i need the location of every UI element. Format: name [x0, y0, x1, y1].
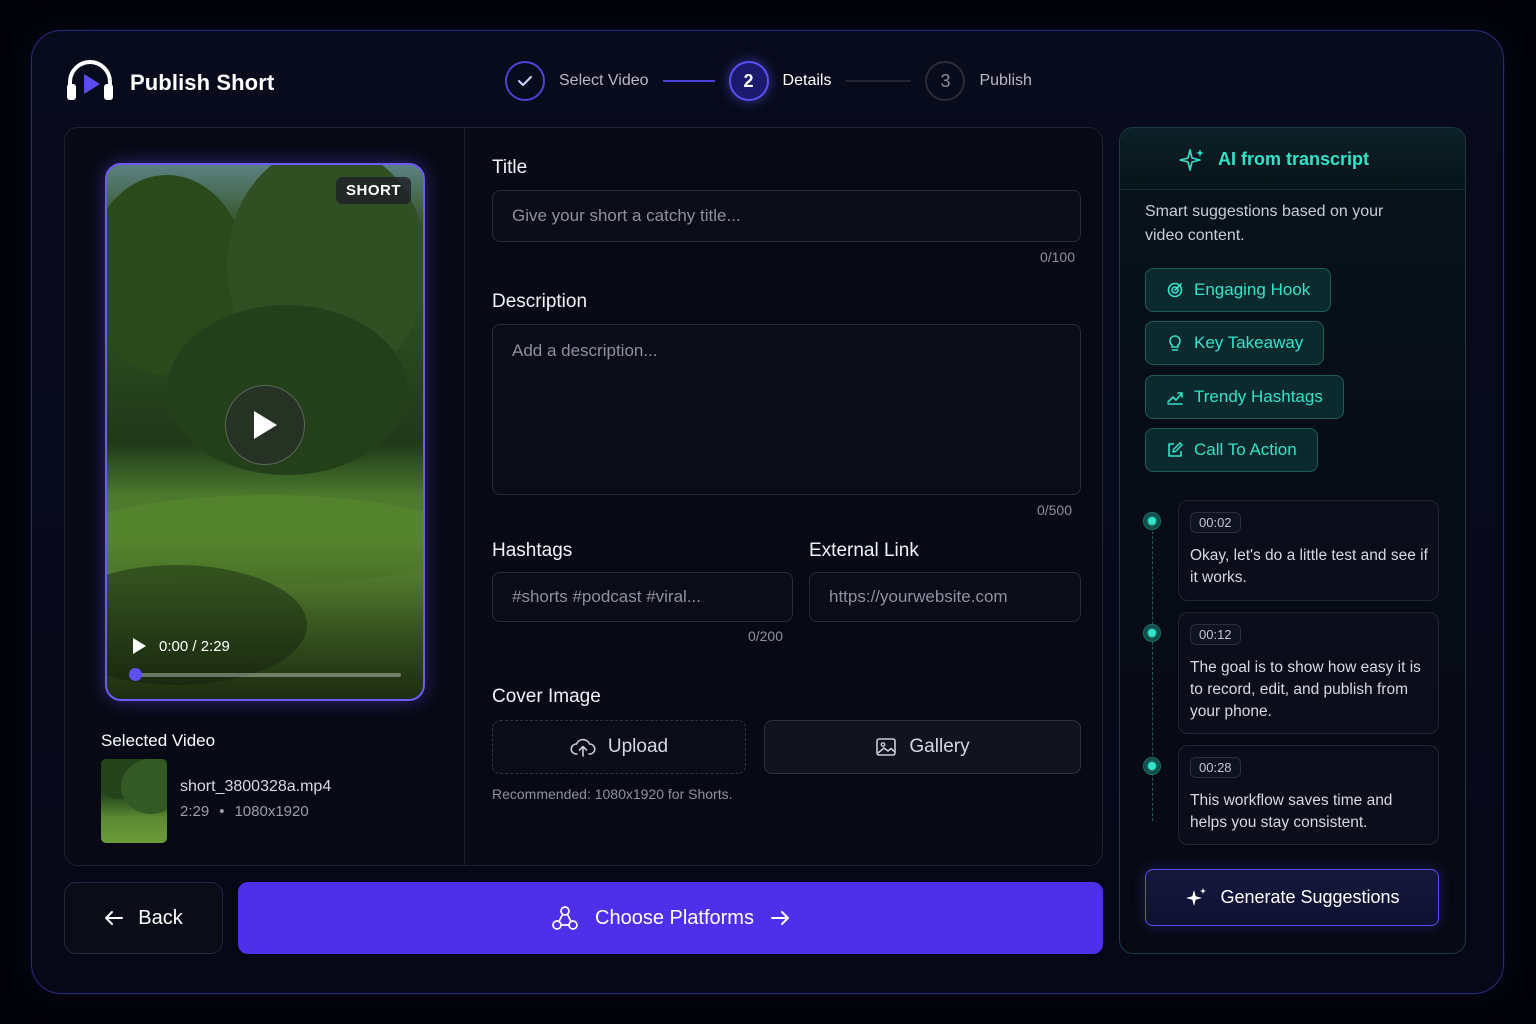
play-icon [254, 411, 277, 439]
upload-label: Upload [607, 736, 669, 757]
timeline-dot [1143, 512, 1161, 530]
transcript-timestamp: 00:02 [1190, 512, 1241, 533]
gallery-label: Gallery [909, 736, 970, 757]
transcript-text: Okay, let's do a little test and see if … [1190, 547, 1428, 586]
chip-key-takeaway[interactable]: Key Takeaway [1145, 321, 1325, 365]
video-thumbnail [101, 759, 167, 843]
stepper: Select Video 2 Details 3 Publish [505, 61, 1032, 101]
gallery-button[interactable]: Gallery [764, 720, 1081, 774]
play-small-icon[interactable] [131, 637, 147, 655]
file-resolution: 1080x1920 [234, 803, 309, 820]
edit-icon [1168, 442, 1183, 457]
external-link-input[interactable]: https://yourwebsite.com [809, 572, 1081, 622]
transcript-text: The goal is to show how easy it is to re… [1190, 659, 1421, 720]
play-button[interactable] [225, 385, 305, 465]
step-publish-circle[interactable]: 3 [925, 61, 966, 101]
back-label: Back [138, 906, 183, 929]
video-time: 0:00 / 2:29 [159, 637, 230, 655]
transcript-text: This workflow saves time and helps you s… [1190, 792, 1393, 831]
selected-video-title: Selected Video [101, 731, 216, 750]
step-details-circle[interactable]: 2 [728, 61, 769, 101]
page-title: Publish Short [130, 69, 275, 95]
lightbulb-icon [1169, 335, 1181, 351]
card-divider [464, 128, 465, 865]
cover-hint: Recommended: 1080x1920 for Shorts. [492, 786, 733, 802]
generate-suggestions-button[interactable]: Generate Suggestions [1145, 869, 1439, 926]
title-counter: 0/100 [1039, 249, 1075, 265]
video-controls: 0:00 / 2:29 [131, 637, 230, 655]
image-icon [876, 738, 897, 756]
transcript-item[interactable]: 00:12 The goal is to show how easy it is… [1178, 612, 1439, 734]
transcript-item[interactable]: 00:28 This workflow saves time and helps… [1178, 745, 1439, 845]
step-select-video-circle[interactable] [505, 61, 545, 101]
step-connector [845, 80, 912, 82]
step-select-video-label[interactable]: Select Video [559, 72, 649, 90]
arrow-right-icon [770, 911, 789, 925]
hashtags-label: Hashtags [492, 540, 573, 561]
headphones-play-icon [64, 58, 116, 107]
transcript-item[interactable]: 00:02 Okay, let's do a little test and s… [1178, 500, 1439, 601]
scrubber-handle[interactable] [129, 668, 142, 681]
external-link-label: External Link [809, 540, 919, 561]
step-connector [662, 80, 715, 82]
chip-call-to-action[interactable]: Call To Action [1145, 428, 1318, 472]
file-meta: 2:29 • 1080x1920 [180, 803, 309, 820]
cloud-upload-icon [570, 738, 596, 757]
brand: Publish Short [64, 58, 274, 107]
transcript-timestamp: 00:28 [1190, 757, 1241, 778]
meta-separator: • [219, 803, 225, 820]
cover-image-label: Cover Image [492, 686, 601, 707]
hashtags-counter: 0/200 [747, 628, 783, 644]
generate-suggestions-label: Generate Suggestions [1220, 887, 1400, 907]
file-duration: 2:29 [180, 803, 210, 820]
check-icon [518, 76, 532, 86]
transcript-timeline [1152, 521, 1153, 821]
transcript-timestamp: 00:12 [1190, 624, 1241, 645]
chip-engaging-hook[interactable]: Engaging Hook [1145, 268, 1332, 312]
chip-label: Trendy Hashtags [1194, 387, 1323, 406]
title-input[interactable]: Give your short a catchy title... [492, 190, 1081, 242]
target-icon [1167, 282, 1183, 298]
timeline-dot [1143, 757, 1161, 775]
back-button[interactable]: Back [64, 882, 223, 954]
file-name: short_3800328a.mp4 [180, 778, 332, 795]
sparkles-icon [1186, 887, 1207, 906]
description-textarea[interactable]: Add a description... [492, 324, 1081, 495]
video-scrubber[interactable] [133, 673, 401, 677]
choose-platforms-label: Choose Platforms [595, 906, 754, 929]
choose-platforms-button[interactable]: Choose Platforms [238, 882, 1103, 954]
sparkles-icon [1178, 147, 1206, 180]
ai-panel-title: AI from transcript [1218, 149, 1370, 169]
step-details-label[interactable]: Details [783, 72, 832, 90]
title-label: Title [492, 157, 528, 178]
description-label: Description [492, 291, 588, 312]
arrow-left-icon [105, 911, 124, 925]
chip-trendy-hashtags[interactable]: Trendy Hashtags [1145, 375, 1344, 419]
short-badge: SHORT [336, 177, 411, 204]
hashtags-input[interactable]: #shorts #podcast #viral... [492, 572, 793, 622]
upload-button[interactable]: Upload [492, 720, 746, 774]
video-preview[interactable]: SHORT 0:00 / 2:29 [105, 163, 425, 701]
ai-panel-description: Smart suggestions based on your video co… [1145, 203, 1384, 244]
description-counter: 0/500 [1036, 502, 1072, 518]
share-nodes-icon [552, 906, 578, 930]
trending-icon [1167, 392, 1183, 405]
chip-label: Engaging Hook [1194, 280, 1311, 299]
chip-label: Key Takeaway [1194, 333, 1304, 352]
chip-label: Call To Action [1194, 440, 1297, 459]
timeline-dot [1143, 624, 1161, 642]
thumb-foliage [121, 759, 167, 814]
step-publish-label[interactable]: Publish [979, 72, 1031, 90]
